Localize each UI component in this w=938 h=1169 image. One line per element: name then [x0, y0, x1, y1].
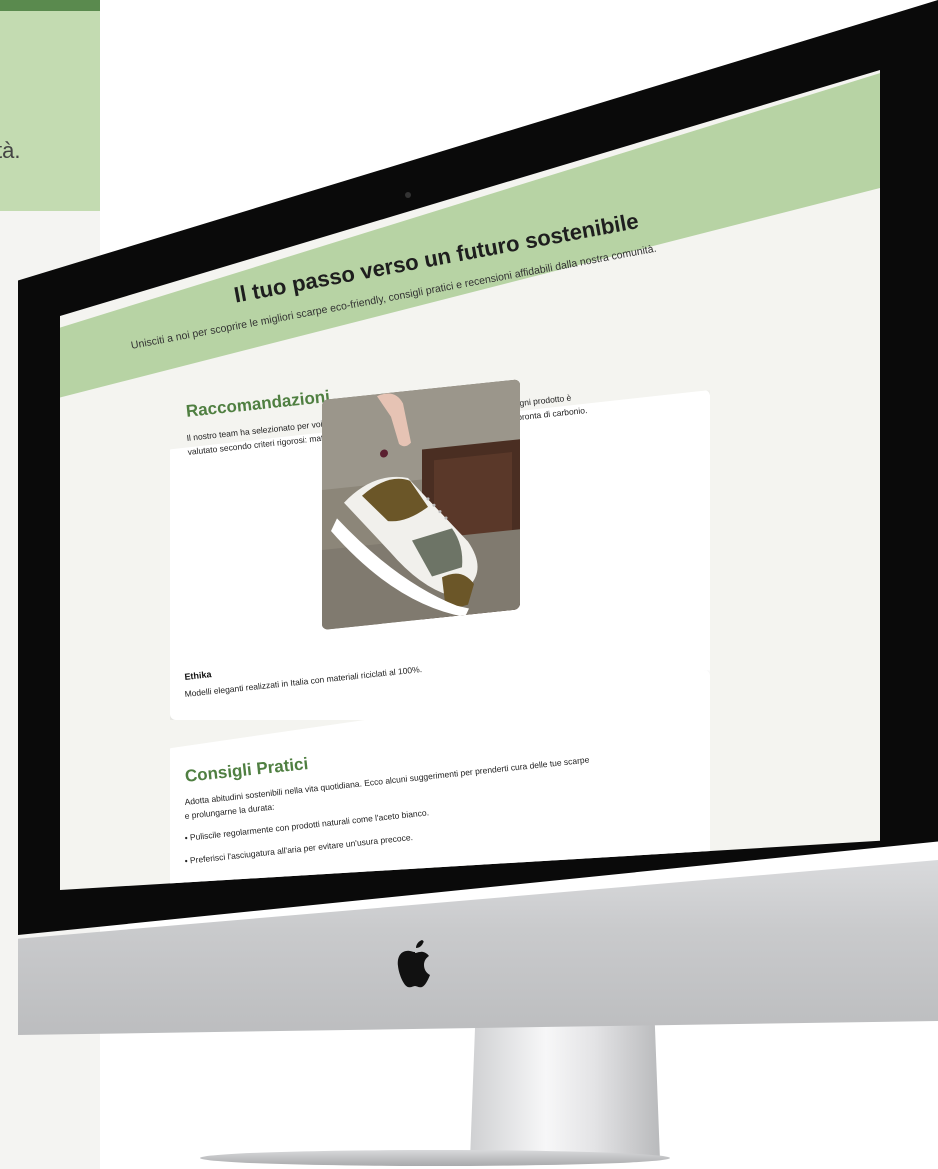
monitor-screen: Il tuo passo verso un futuro sostenibile… [60, 70, 880, 890]
background-page-bar [0, 0, 100, 11]
sneaker-image [322, 379, 520, 630]
website-viewport: Il tuo passo verso un futuro sostenibile… [60, 70, 880, 890]
sneaker-photo[interactable] [322, 379, 520, 630]
background-page-text: tà. [0, 138, 21, 163]
monitor-stand-foot [200, 1150, 670, 1166]
camera-icon [405, 192, 411, 198]
recommendations-title: Raccomandazioni [185, 386, 331, 421]
background-page-header [0, 11, 100, 211]
monitor-stand-neck [470, 1010, 660, 1160]
apple-logo-icon [397, 940, 430, 988]
